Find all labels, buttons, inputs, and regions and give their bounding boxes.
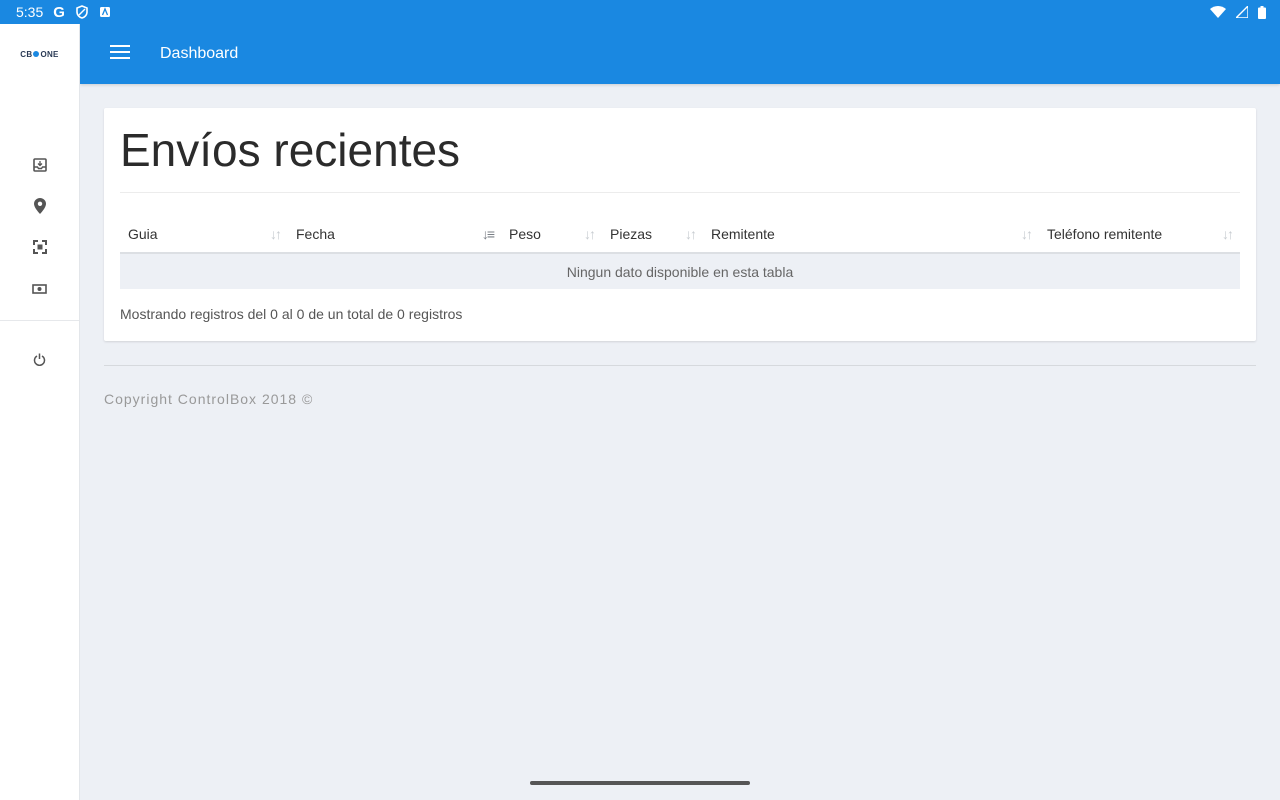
status-bar: 5:35 G [0,0,1280,24]
column-header-guia[interactable]: Guia ↓↑ [120,215,288,254]
money-icon [32,282,47,300]
column-header-remitente[interactable]: Remitente ↓↑ [703,215,1039,254]
status-bar-left: 5:35 G [16,4,111,21]
app-notification-icon [99,6,111,18]
column-header-label: Piezas [610,225,653,242]
brand-logo-right: ONE [40,49,59,59]
card-title: Envíos recientes [120,108,1240,193]
sort-icon: ↓↑ [270,226,282,242]
table-header-row: Guia ↓↑ Fecha ↓≡ Peso ↓↑ Piezas ↓↑ Remitente… [120,215,1240,254]
recent-shipments-card: Envíos recientes Guia ↓↑ Fecha ↓≡ Peso ↓↑ P… [104,108,1256,341]
sidebar-item-payments[interactable] [0,270,79,311]
page-title: Dashboard [160,45,239,62]
column-header-fecha[interactable]: Fecha ↓≡ [288,215,501,254]
home-indicator[interactable] [530,781,750,785]
column-header-label: Fecha [296,225,335,242]
column-header-label: Remitente [711,225,775,242]
brand-logo-dot [33,51,40,57]
copyright-text: Copyright ControlBox 2018 © [104,391,314,407]
sort-icon: ↓↑ [1222,226,1234,242]
sidebar: CB ONE [0,24,80,800]
cell-signal-icon [1236,6,1248,18]
table-row: Ningun dato disponible en esta tabla [120,253,1240,289]
google-icon: G [53,3,65,21]
column-header-piezas[interactable]: Piezas ↓↑ [602,215,703,254]
brand-logo-left: CB [20,49,33,59]
column-header-telefono-remitente[interactable]: Teléfono remitente ↓↑ [1039,215,1240,254]
footer-divider [104,365,1256,366]
menu-button[interactable] [80,24,160,84]
location-pin-icon [33,198,46,219]
table-info: Mostrando registros del 0 al 0 de un tot… [120,306,463,322]
sort-desc-icon: ↓≡ [481,226,495,242]
sort-icon: ↓↑ [685,226,697,242]
shipments-table: Guia ↓↑ Fecha ↓≡ Peso ↓↑ Piezas ↓↑ Remitente… [120,215,1240,289]
sort-icon: ↓↑ [584,226,596,242]
shield-icon [75,5,89,19]
sidebar-item-scan[interactable] [0,229,79,270]
sidebar-nav [0,147,79,382]
status-bar-right [1210,5,1266,19]
sidebar-divider [0,320,79,321]
sidebar-item-logout[interactable] [0,341,79,382]
column-header-label: Teléfono remitente [1047,225,1163,242]
menu-icon [109,44,131,65]
empty-table-message: Ningun dato disponible en esta tabla [120,253,1240,289]
column-header-peso[interactable]: Peso ↓↑ [501,215,602,254]
column-header-label: Guia [128,225,158,242]
wifi-icon [1210,6,1226,18]
sidebar-item-location[interactable] [0,188,79,229]
brand-logo[interactable]: CB ONE [0,24,79,84]
power-icon [33,353,46,371]
inbox-icon [32,158,47,177]
fullscreen-icon [32,240,47,259]
battery-icon [1258,5,1266,19]
column-header-label: Peso [509,225,541,242]
app-header: Dashboard [80,24,1280,84]
sidebar-item-inbox[interactable] [0,147,79,188]
status-time: 5:35 [16,4,44,20]
sort-icon: ↓↑ [1021,226,1033,242]
